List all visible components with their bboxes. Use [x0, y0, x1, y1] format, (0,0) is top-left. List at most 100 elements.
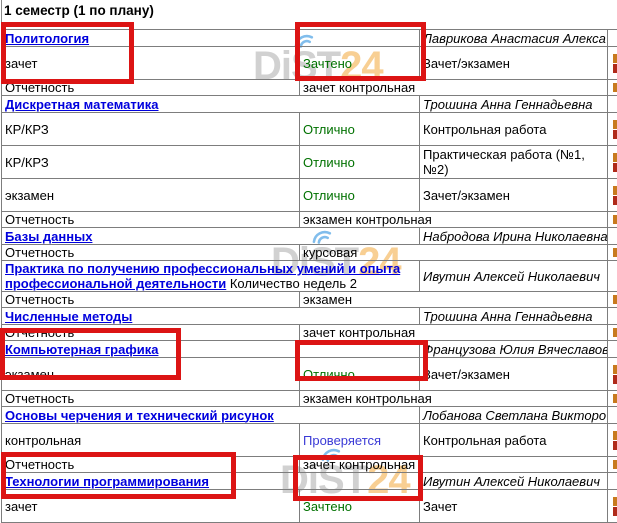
table-row: зачетЗачтено Зачет — [2, 490, 617, 523]
report-value: экзамен контрольная — [300, 391, 608, 407]
clipped-cell — [608, 490, 617, 523]
semester-heading: 1 семестр (1 по плану) — [4, 3, 154, 18]
grade-text: Зачтено — [303, 499, 352, 514]
grade-value: Отлично — [300, 358, 420, 391]
table-row: Политология Лаврикова Анастасия Алекса — [2, 30, 617, 47]
table-row: Отчетностьзачет контрольная — [2, 457, 617, 473]
table-row: Отчетностьэкзамен контрольная — [2, 391, 617, 407]
clipped-fragment — [613, 64, 617, 73]
table-row: Отчетностьзачет контрольная — [2, 80, 617, 96]
grade-text: Отлично — [303, 188, 355, 203]
clipped-cell — [608, 212, 617, 228]
assessment-work: Контрольная работа — [420, 424, 608, 457]
teacher-name: Ивутин Алексей Николаевич — [420, 261, 608, 292]
clipped-fragment — [613, 497, 617, 506]
table-row: Практика по получению профессиональных у… — [2, 261, 617, 292]
clipped-cell — [608, 261, 617, 292]
report-value: экзамен контрольная — [300, 212, 608, 228]
grade-value: Проверяется — [300, 424, 420, 457]
course-name-cell: Численные методы — [2, 308, 420, 325]
table-row: Базы данныхНабродова Ирина Николаевна — [2, 228, 617, 245]
course-link[interactable]: Технологии программирования — [5, 474, 209, 489]
course-link[interactable]: Компьютерная графика — [5, 342, 158, 357]
table-row: Отчетностьзачет контрольная — [2, 325, 617, 341]
clipped-fragment — [613, 54, 617, 63]
teacher-name: Лаврикова Анастасия Алекса — [420, 30, 608, 47]
clipped-fragment — [613, 295, 617, 304]
report-value: экзамен — [300, 292, 608, 308]
assessment-work: Зачет — [420, 490, 608, 523]
clipped-fragment — [613, 186, 617, 195]
assessment-type: экзамен — [2, 358, 300, 391]
report-value: зачет контрольная — [300, 80, 608, 96]
assessment-type: экзамен — [2, 179, 300, 212]
course-name-cell: Технологии программирования — [2, 473, 420, 490]
teacher-name: Французова Юлия Вячеславов — [420, 341, 608, 358]
report-label: Отчетность — [2, 457, 300, 473]
clipped-cell — [608, 292, 617, 308]
table-row: КР/КРЗОтличноКонтрольная работа — [2, 113, 617, 146]
clipped-fragment — [613, 120, 617, 129]
clipped-fragment — [613, 460, 617, 469]
clipped-cell — [608, 113, 617, 146]
clipped-fragment — [613, 83, 617, 92]
grade-value: Отлично — [300, 179, 420, 212]
clipped-fragment — [613, 375, 617, 384]
assessment-type: зачет — [2, 490, 300, 523]
assessment-work: Зачет/экзамен — [420, 358, 608, 391]
grade-value: Зачтено — [300, 490, 420, 523]
clipped-cell — [608, 30, 617, 47]
clipped-cell — [608, 341, 617, 358]
table-row: КР/КРЗОтличноПрактическая работа (№1, №2… — [2, 146, 617, 179]
clipped-cell — [608, 391, 617, 407]
clipped-fragment — [613, 163, 617, 172]
table-left-border — [1, 0, 2, 29]
course-link[interactable]: Основы черчения и технический рисунок — [5, 408, 274, 423]
assessment-work: Зачет/экзамен — [420, 179, 608, 212]
assessment-work: Контрольная работа — [420, 113, 608, 146]
course-name-cell: Политология — [2, 30, 420, 47]
teacher-name: Трошина Анна Геннадьевна — [420, 308, 608, 325]
course-link[interactable]: Дискретная математика — [5, 97, 159, 112]
course-extra-text: Количество недель 2 — [226, 276, 357, 291]
assessment-type: КР/КРЗ — [2, 113, 300, 146]
report-label: Отчетность — [2, 391, 300, 407]
grade-value: Зачтено — [300, 47, 420, 80]
grade-text: Проверяется — [303, 433, 381, 448]
table-row: Численные методы Трошина Анна Геннадьевна — [2, 308, 617, 325]
clipped-fragment — [613, 365, 617, 374]
assessment-type: КР/КРЗ — [2, 146, 300, 179]
course-link[interactable]: Политология — [5, 31, 89, 46]
assessment-type: контрольная — [2, 424, 300, 457]
course-name-cell: Базы данных — [2, 228, 420, 245]
clipped-cell — [608, 407, 617, 424]
table-row: Отчетностькурсовая — [2, 245, 617, 261]
grade-text: Зачтено — [303, 56, 352, 71]
clipped-fragment — [613, 328, 617, 337]
table-row: Основы черчения и технический рисунок Лоб… — [2, 407, 617, 424]
course-link[interactable]: Численные методы — [5, 309, 132, 324]
table-row: зачетЗачтеноЗачет/экзамен — [2, 47, 617, 80]
clipped-cell — [608, 146, 617, 179]
clipped-cell — [608, 228, 617, 245]
clipped-fragment — [613, 196, 617, 205]
teacher-name: Лобанова Светлана Викторо — [420, 407, 608, 424]
table-row: контрольнаяПроверяется Контрольная работа — [2, 424, 617, 457]
clipped-cell — [608, 358, 617, 391]
clipped-cell — [608, 80, 617, 96]
clipped-fragment — [613, 153, 617, 162]
course-link[interactable]: Базы данных — [5, 229, 92, 244]
clipped-cell — [608, 325, 617, 341]
clipped-cell — [608, 245, 617, 261]
clipped-fragment — [613, 130, 617, 139]
report-value: зачет контрольная — [300, 325, 608, 341]
table-row: Отчетностьэкзамен контрольная — [2, 212, 617, 228]
clipped-cell — [608, 47, 617, 80]
report-label: Отчетность — [2, 80, 300, 96]
table-row: экзаменОтлично Зачет/экзамен — [2, 179, 617, 212]
clipped-fragment — [613, 431, 617, 440]
assessment-type: зачет — [2, 47, 300, 80]
course-name-cell: Дискретная математика — [2, 96, 420, 113]
report-value: курсовая — [300, 245, 608, 261]
grade-value: Отлично — [300, 146, 420, 179]
